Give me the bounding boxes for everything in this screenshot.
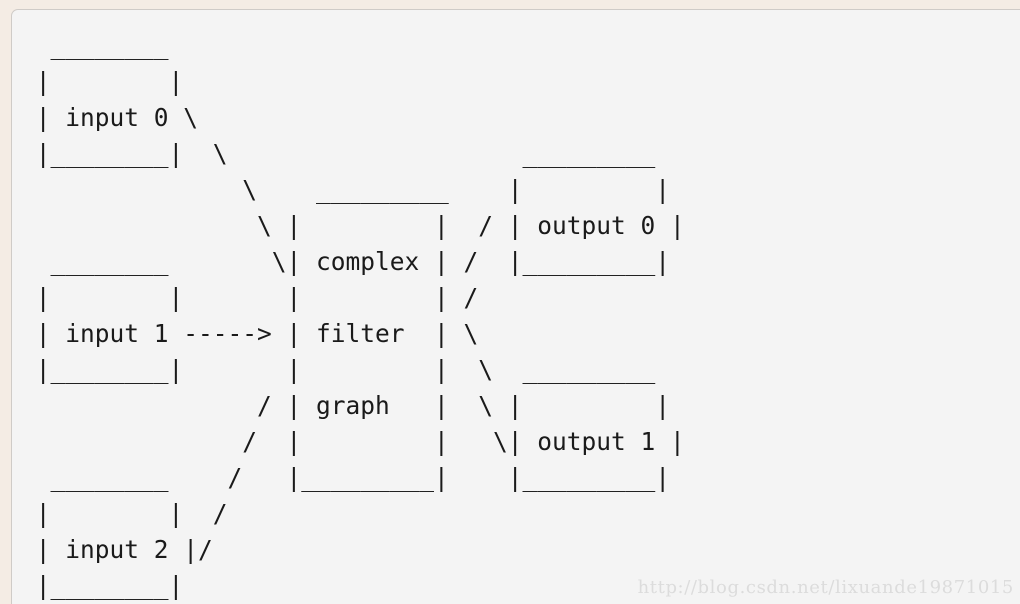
code-panel: ________ | | | input 0 \ |________| \ __… (11, 9, 1020, 604)
screenshot-root: ________ | | | input 0 \ |________| \ __… (0, 0, 1020, 604)
watermark-text: http://blog.csdn.net/lixuande19871015 (637, 577, 1014, 598)
ascii-dataflow-diagram: ________ | | | input 0 \ |________| \ __… (35, 31, 685, 600)
